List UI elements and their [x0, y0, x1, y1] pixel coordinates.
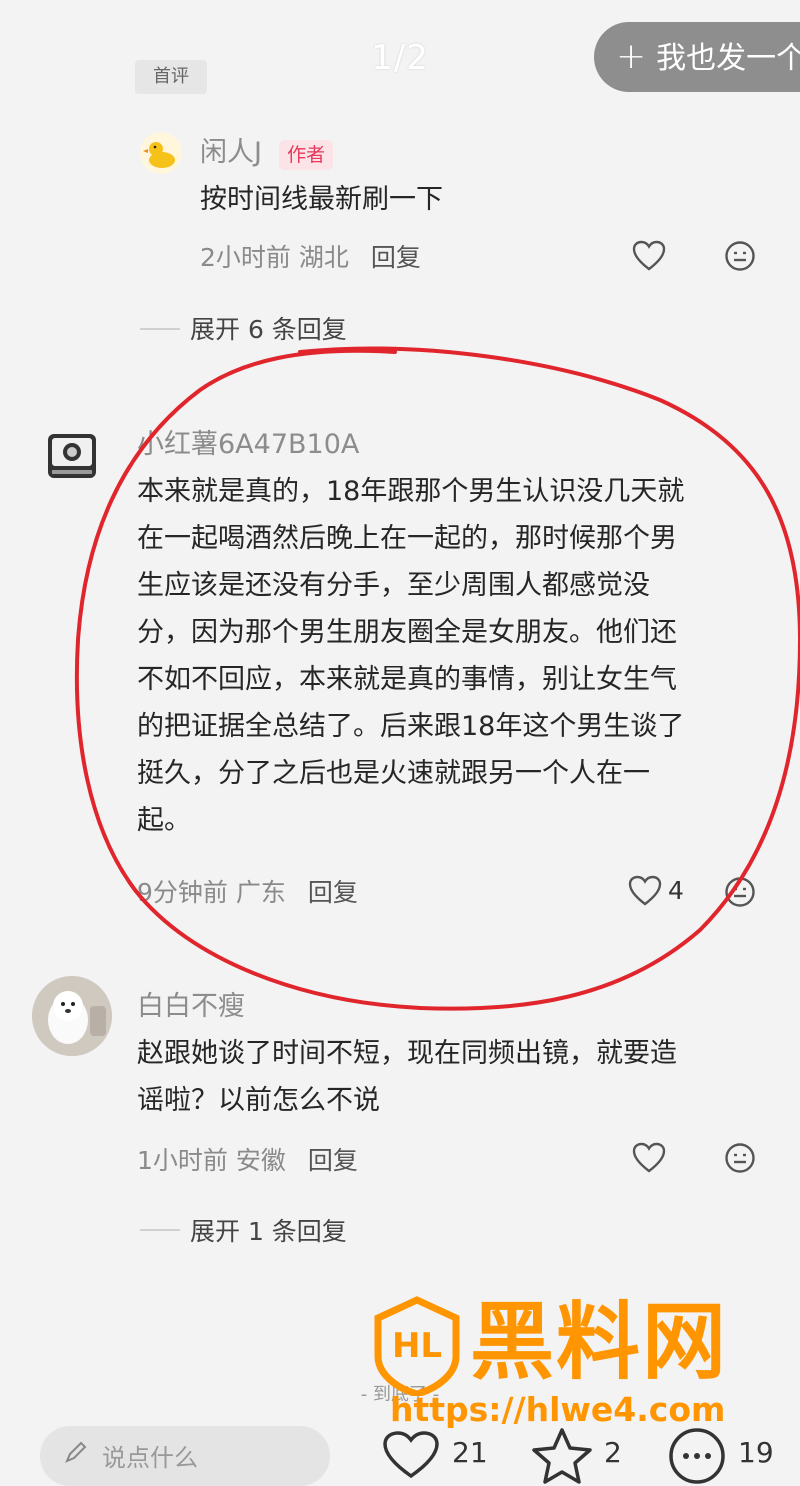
comment-icon[interactable]: [666, 1426, 728, 1486]
heart-icon[interactable]: [382, 1430, 440, 1480]
comment-input[interactable]: 说点什么: [40, 1426, 330, 1486]
red-annotation-circle: [74, 346, 800, 1011]
comment-count: 19: [738, 1436, 774, 1469]
like-total-count: 21: [452, 1436, 488, 1469]
comment-input-placeholder: 说点什么: [102, 1444, 198, 1472]
star-icon[interactable]: [530, 1426, 594, 1486]
watermark-logo: HL: [372, 1296, 462, 1398]
pencil-icon: [64, 1440, 88, 1464]
bottom-bar: 说点什么 21 2 19: [0, 1420, 800, 1486]
watermark-brand: 黑料网: [470, 1293, 729, 1391]
watermark-logo-letters: HL: [391, 1326, 443, 1366]
star-count: 2: [604, 1436, 622, 1469]
